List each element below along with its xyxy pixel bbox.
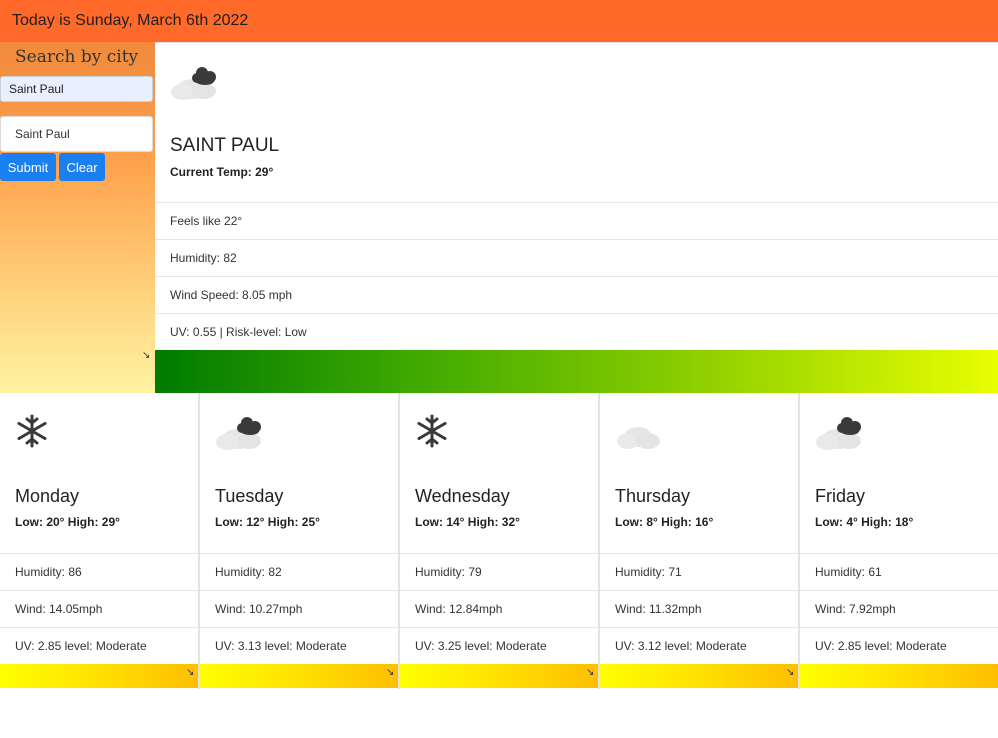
forecast-humidity: Humidity: 79 [400,553,598,590]
forecast-humidity: Humidity: 82 [200,553,398,590]
partly-cloudy-icon [812,411,870,456]
forecast-humidity: Humidity: 61 [800,553,998,590]
search-sidebar: Search by city Saint Paul Submit Clear ↘ [0,42,155,393]
search-title: Search by city [15,47,139,67]
top-header: Today is Sunday, March 6th 2022 [0,0,998,42]
forecast-low-high: Low: 8° High: 16° [615,515,714,529]
partly-cloudy-icon [167,61,225,106]
forecast-card: Friday Low: 4° High: 18° Humidity: 61 Wind:… [800,393,998,689]
uv-risk-bar [155,350,998,394]
resize-handle-icon: ↘ [586,667,595,678]
forecast-uv-bar [400,664,598,688]
forecast-wind: Wind: 7.92mph [800,590,998,627]
forecast-uv-bar [0,664,198,688]
forecast-day: Wednesday [415,486,510,506]
forecast-low-high: Low: 14° High: 32° [415,515,520,529]
forecast-card: Thursday Low: 8° High: 16° Humidity: 71 Win… [600,393,800,689]
forecast-uv: UV: 2.85 level: Moderate [0,627,198,664]
cloud-icon [612,411,670,456]
city-name: SAINT PAUL [170,135,280,156]
forecast-wind: Wind: 14.05mph [0,590,198,627]
forecast-uv-bar [200,664,398,688]
current-temp: Current Temp: 29° [170,165,274,179]
forecast-uv-bar [800,664,998,688]
forecast-wind: Wind: 11.32mph [600,590,798,627]
forecast-day: Monday [15,486,80,506]
forecast-uv: UV: 3.13 level: Moderate [200,627,398,664]
forecast-low-high: Low: 20° High: 29° [15,515,120,529]
wind-row: Wind Speed: 8.05 mph [155,276,998,313]
snowflake-icon [12,411,52,456]
forecast-humidity: Humidity: 71 [600,553,798,590]
forecast-card: Tuesday Low: 12° High: 25° Humidity: 82 Win… [200,393,400,689]
search-history-item[interactable]: Saint Paul [0,116,153,152]
forecast-day: Thursday [615,486,691,506]
clear-button[interactable]: Clear [59,153,105,181]
feels-like-row: Feels like 22° [155,202,998,239]
forecast-card: Wednesday Low: 14° High: 32° Humidity: 79 W… [400,393,600,689]
resize-handle-icon: ↘ [186,667,195,678]
forecast-humidity: Humidity: 86 [0,553,198,590]
forecast-wind: Wind: 10.27mph [200,590,398,627]
current-date: Today is Sunday, March 6th 2022 [12,12,249,29]
submit-button[interactable]: Submit [0,153,56,181]
humidity-row: Humidity: 82 [155,239,998,276]
forecast-low-high: Low: 12° High: 25° [215,515,320,529]
current-weather-card: SAINT PAUL Current Temp: 29° Feels like … [155,42,998,394]
forecast-uv: UV: 2.85 level: Moderate [800,627,998,664]
forecast-low-high: Low: 4° High: 18° [815,515,914,529]
forecast-day: Friday [815,486,866,506]
forecast-uv-bar [600,664,798,688]
resize-handle-icon: ↘ [786,667,795,678]
partly-cloudy-icon [212,411,270,456]
forecast-uv: UV: 3.12 level: Moderate [600,627,798,664]
forecast-card: Monday Low: 20° High: 29° Humidity: 86 Wind… [0,393,200,689]
city-search-input[interactable] [0,76,153,102]
five-day-forecast: Monday Low: 20° High: 29° Humidity: 86 Wind… [0,393,998,689]
uv-row: UV: 0.55 | Risk-level: Low [155,313,998,350]
resize-handle-icon: ↘ [142,350,151,361]
resize-handle-icon: ↘ [386,667,395,678]
forecast-wind: Wind: 12.84mph [400,590,598,627]
snowflake-icon [412,411,452,456]
forecast-day: Tuesday [215,486,284,506]
forecast-uv: UV: 3.25 level: Moderate [400,627,598,664]
